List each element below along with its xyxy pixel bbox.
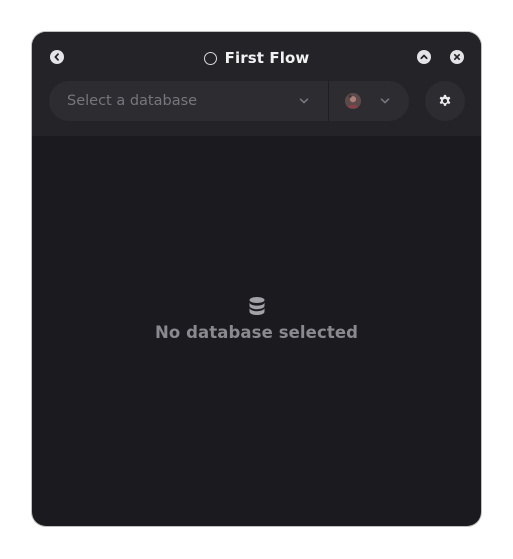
empty-state: No database selected (32, 296, 481, 342)
selector-pill: Select a database (49, 81, 409, 121)
database-select[interactable]: Select a database (49, 81, 328, 121)
close-button[interactable] (450, 50, 464, 64)
title-bar: First Flow (32, 32, 481, 82)
chevron-down-icon (380, 98, 390, 104)
window-title-group: First Flow (32, 47, 481, 69)
settings-button[interactable] (425, 81, 465, 121)
database-icon (249, 297, 264, 315)
header: First Flow Select a database (32, 32, 481, 136)
chevron-down-icon (299, 98, 309, 104)
window-title: First Flow (224, 49, 310, 67)
app-window: First Flow Select a database No database… (32, 32, 481, 526)
database-select-placeholder: Select a database (67, 93, 198, 109)
gear-icon (439, 94, 451, 106)
status-ring-icon (203, 51, 217, 65)
chevron-up-icon (420, 54, 428, 60)
avatar (345, 93, 361, 109)
empty-state-message: No database selected (154, 323, 359, 342)
user-select[interactable] (329, 81, 409, 121)
close-icon (453, 53, 461, 61)
collapse-button[interactable] (417, 50, 431, 64)
